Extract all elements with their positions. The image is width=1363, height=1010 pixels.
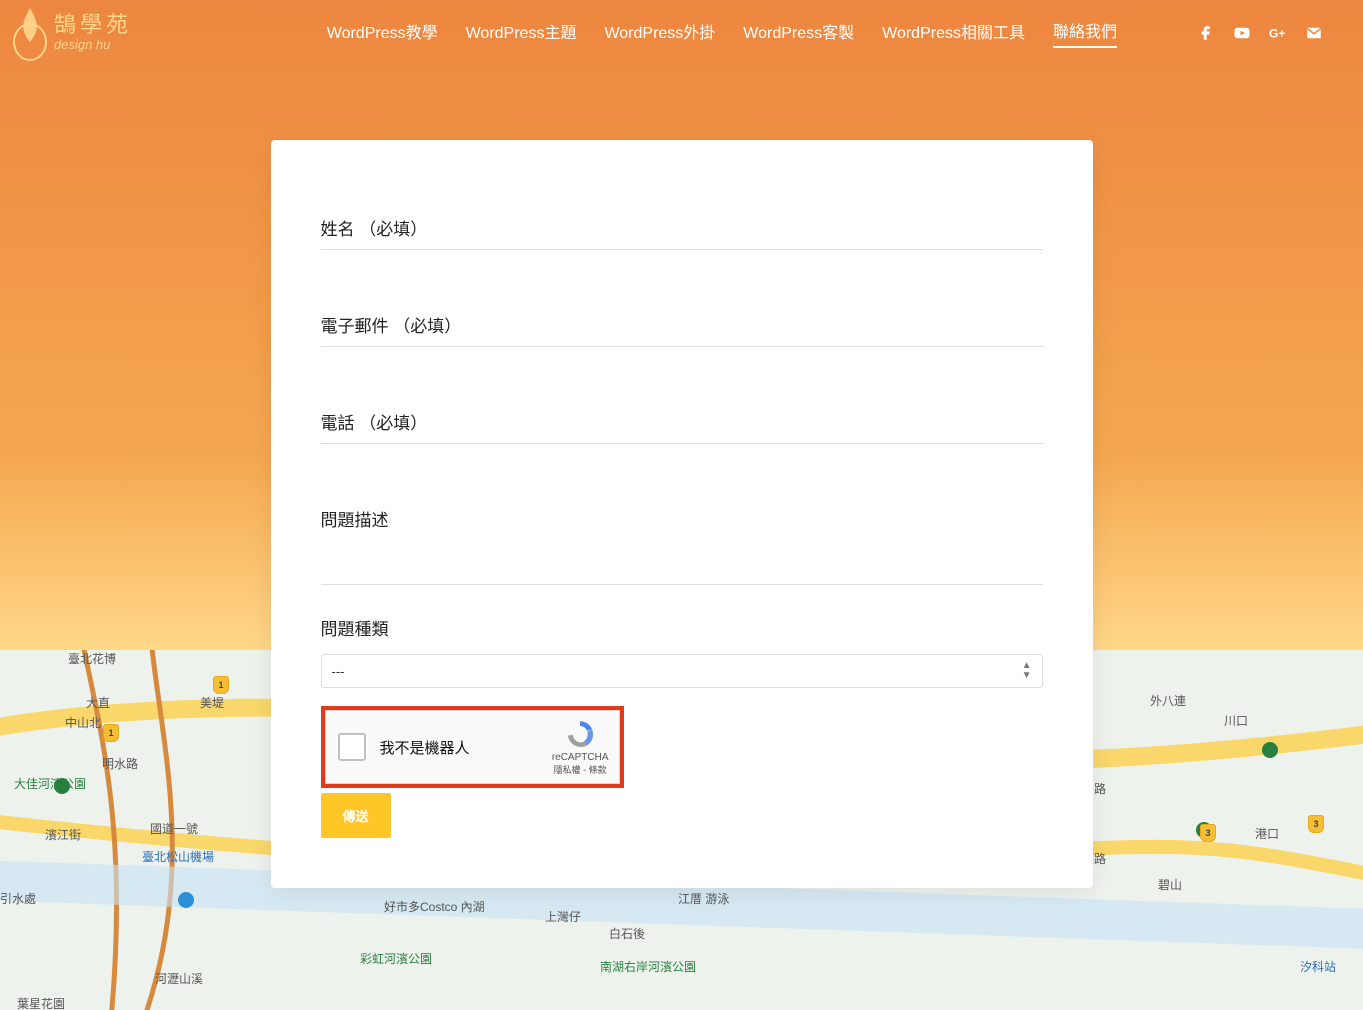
recaptcha-widget: 我不是機器人 reCAPTCHA 隱私權 - 條款: [325, 710, 620, 784]
recaptcha-checkbox[interactable]: [338, 733, 366, 761]
map-label: 南湖右岸河濱公園: [600, 958, 696, 975]
contact-form-card: 姓名 （必填） 電子郵件 （必填） 電話 （必填） 問題描述 問題種類 --- …: [271, 140, 1093, 888]
map-label: 中山北: [65, 714, 101, 731]
main-nav: WordPress教學 WordPress主題 WordPress外掛 Word…: [327, 18, 1117, 48]
category-label: 問題種類: [321, 615, 1043, 640]
highway-shield: 3: [1308, 815, 1324, 833]
nav-plugins[interactable]: WordPress外掛: [604, 19, 715, 47]
recaptcha-brand: reCAPTCHA: [552, 752, 609, 763]
email-input[interactable]: [321, 343, 1043, 347]
category-select[interactable]: --- ▲▼: [321, 654, 1043, 688]
map-label: 河瀝山溪: [155, 970, 203, 987]
map-label: 國道一號: [150, 820, 198, 837]
field-name: 姓名 （必填）: [321, 215, 1043, 250]
nav-tutorials[interactable]: WordPress教學: [327, 19, 438, 47]
googleplus-icon[interactable]: G+: [1269, 24, 1287, 42]
name-label: 姓名 （必填）: [321, 215, 1043, 240]
map-label: 引水處: [0, 890, 36, 907]
map-label: 好市多Costco 內湖: [384, 898, 485, 915]
header: 鵠學苑 design hu WordPress教學 WordPress主題 Wo…: [0, 0, 1363, 65]
submit-button[interactable]: 傳送: [321, 793, 391, 838]
map-label: 港口: [1255, 825, 1279, 842]
logo-title-en: design hu: [54, 38, 132, 51]
facebook-icon[interactable]: [1197, 24, 1215, 42]
map-label: 明水路: [102, 755, 138, 772]
recaptcha-label: 我不是機器人: [380, 737, 470, 758]
phone-label: 電話 （必填）: [321, 409, 1043, 434]
field-phone: 電話 （必填）: [321, 409, 1043, 444]
mail-icon[interactable]: [1305, 24, 1323, 42]
nav-themes[interactable]: WordPress主題: [466, 19, 577, 47]
field-category: 問題種類 --- ▲▼: [321, 615, 1043, 688]
map-label: 汐科站: [1300, 958, 1336, 975]
map-label: 濱江街: [45, 826, 81, 843]
social-links: G+: [1197, 24, 1323, 42]
logo-mark-icon: [12, 4, 48, 62]
recaptcha-links[interactable]: 隱私權 - 條款: [554, 763, 607, 776]
field-message: 問題描述: [321, 506, 1043, 585]
recaptcha-highlight: 我不是機器人 reCAPTCHA 隱私權 - 條款: [321, 706, 624, 788]
map-label: 江厝 游泳: [678, 890, 729, 907]
logo-title-cn: 鵠學苑: [54, 14, 132, 36]
message-input[interactable]: [321, 581, 1043, 585]
name-input[interactable]: [321, 246, 1043, 250]
nav-tools[interactable]: WordPress相關工具: [882, 19, 1025, 47]
highway-shield: 3: [1200, 824, 1216, 842]
map-label: 臺北花博: [68, 650, 116, 667]
field-email: 電子郵件 （必填）: [321, 312, 1043, 347]
map-label: 白石後: [609, 925, 645, 942]
nav-custom[interactable]: WordPress客製: [743, 19, 854, 47]
map-label: 葉星花園: [17, 995, 65, 1010]
youtube-icon[interactable]: [1233, 24, 1251, 42]
map-label: 大佳河濱公園: [14, 775, 86, 792]
nav-contact[interactable]: 聯絡我們: [1053, 18, 1117, 48]
select-arrows-icon: ▲▼: [1022, 661, 1032, 681]
message-label: 問題描述: [321, 506, 1043, 531]
map-label: 川口: [1224, 712, 1248, 729]
map-label: 臺北松山機場: [142, 848, 214, 865]
email-label: 電子郵件 （必填）: [321, 312, 1043, 337]
category-selected-value: ---: [332, 664, 345, 679]
map-label: 美堤: [200, 694, 224, 711]
recaptcha-icon: [564, 718, 596, 750]
map-label: 外八連: [1150, 692, 1186, 709]
highway-shield: 1: [213, 676, 229, 694]
highway-shield: 1: [103, 724, 119, 742]
map-label: 大直: [86, 694, 110, 711]
svg-text:G+: G+: [1269, 26, 1285, 40]
logo[interactable]: 鵠學苑 design hu: [12, 4, 132, 62]
map-label: 上灣仔: [545, 908, 581, 925]
phone-input[interactable]: [321, 440, 1043, 444]
map-label: 碧山: [1158, 876, 1182, 893]
map-label: 彩虹河濱公園: [360, 950, 432, 967]
